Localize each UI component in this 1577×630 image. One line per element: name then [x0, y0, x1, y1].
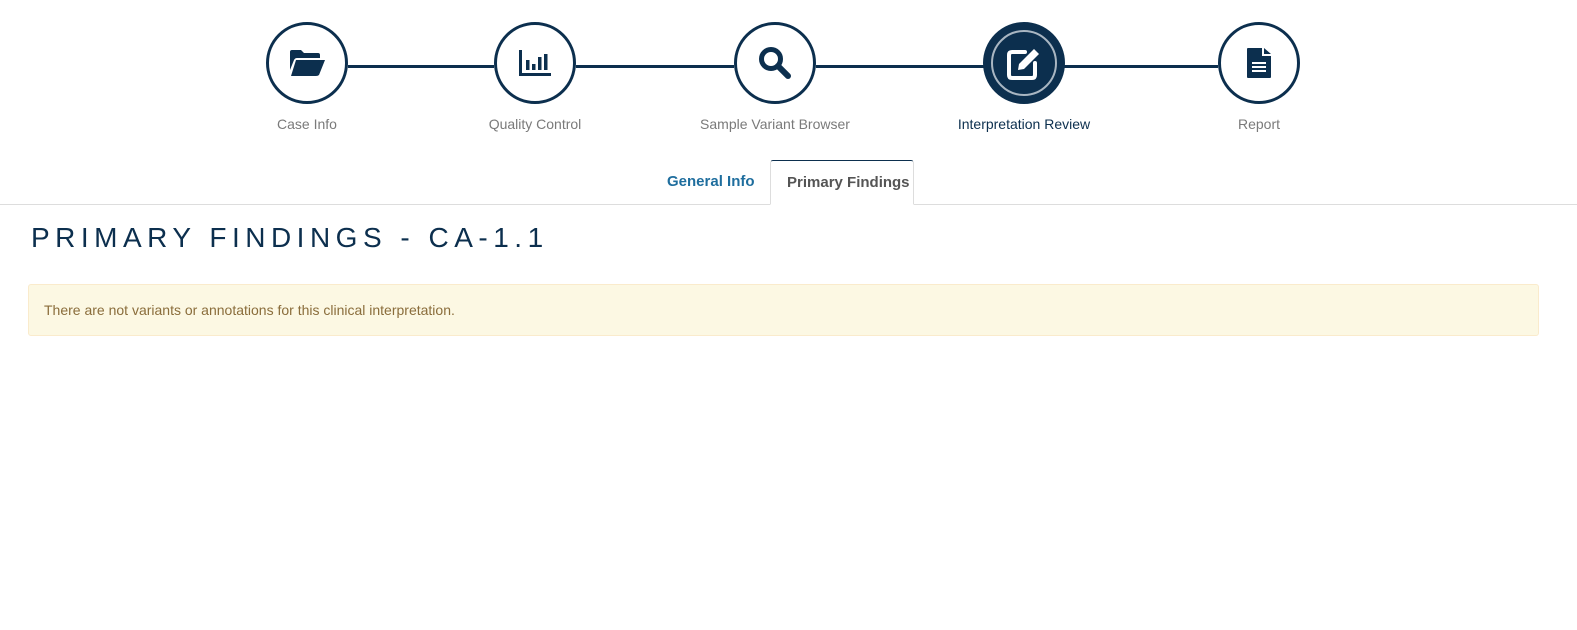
edit-icon [1007, 49, 1039, 80]
step-case-info[interactable]: Case Info [207, 22, 407, 132]
step-label: Sample Variant Browser [700, 116, 850, 132]
step-circle[interactable] [266, 22, 348, 104]
step-circle[interactable] [494, 22, 576, 104]
step-label: Case Info [277, 116, 337, 132]
page-title: PRIMARY FINDINGS - CA-1.1 [31, 222, 549, 253]
tab-bar: General Info Primary Findings [0, 160, 1577, 205]
file-text-icon [1247, 48, 1271, 78]
workflow-stepper: Case Info Quality Control Sample Variant… [0, 0, 1577, 150]
step-sample-variant-browser[interactable]: Sample Variant Browser [675, 22, 875, 132]
step-quality-control[interactable]: Quality Control [435, 22, 635, 132]
tab-primary-findings[interactable]: Primary Findings [770, 160, 914, 205]
step-circle[interactable] [734, 22, 816, 104]
step-circle-inner [991, 30, 1057, 96]
step-report[interactable]: Report [1159, 22, 1359, 132]
bar-chart-icon [519, 50, 551, 76]
warning-alert: There are not variants or annotations fo… [28, 284, 1539, 336]
search-icon [759, 47, 791, 79]
tab-general-info[interactable]: General Info [651, 160, 771, 204]
step-circle[interactable] [983, 22, 1065, 104]
step-label: Report [1237, 116, 1281, 132]
step-label: Quality Control [488, 116, 582, 132]
step-circle[interactable] [1218, 22, 1300, 104]
step-interpretation-review[interactable]: Interpretation Review [924, 22, 1124, 132]
folder-open-icon [290, 50, 325, 76]
step-label: Interpretation Review [957, 116, 1091, 132]
